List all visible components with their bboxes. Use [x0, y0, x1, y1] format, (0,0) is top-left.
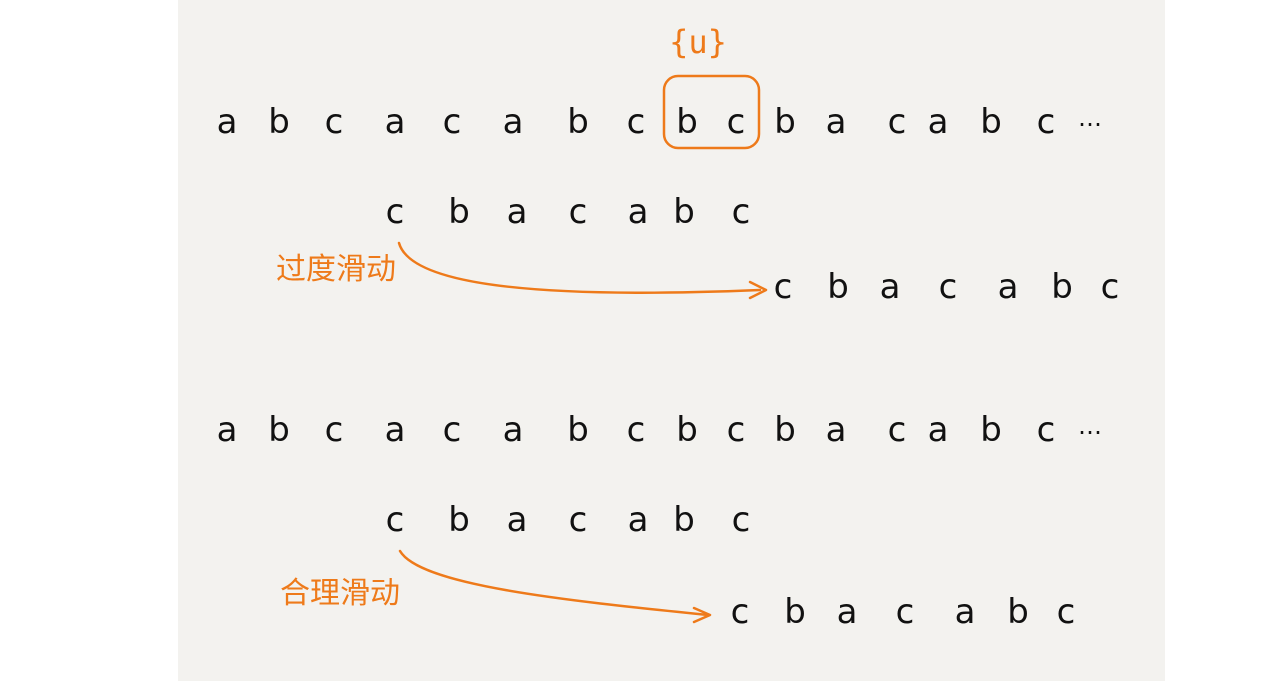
bad-character-box — [662, 74, 761, 150]
diagram-annotations — [397, 74, 768, 624]
over-slide-arrow — [397, 241, 762, 294]
reasonable-slide-arrow — [398, 549, 710, 617]
